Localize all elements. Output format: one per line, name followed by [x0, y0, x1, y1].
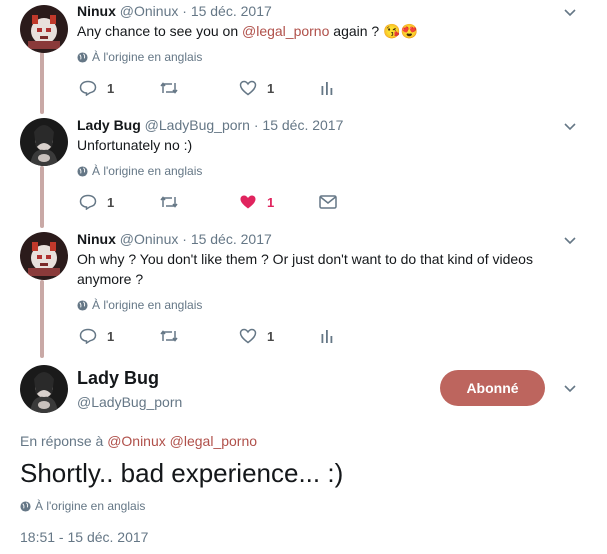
reply-count: 1	[107, 194, 115, 210]
translate-label: À l'origine en anglais	[35, 499, 146, 513]
tweet-date[interactable]: 15 déc. 2017	[191, 231, 272, 247]
avatar-ninux[interactable]	[20, 232, 68, 280]
avatar-ladybug[interactable]	[20, 365, 68, 413]
author-name[interactable]: Ninux	[77, 3, 116, 19]
like-button[interactable]: 1	[239, 78, 274, 98]
avatar-ladybug[interactable]	[20, 118, 68, 166]
author-name[interactable]: Lady Bug	[77, 117, 141, 133]
like-count: 1	[267, 328, 275, 344]
emoji: 😘😍	[383, 23, 418, 39]
reply-prefix: En réponse à	[20, 433, 104, 449]
retweet-icon	[160, 196, 178, 208]
reply-tweet[interactable]: Ninux @Oninux · 15 déc. 2017 Oh why ? Yo…	[0, 228, 607, 354]
tweet-text: Oh why ? You don't like them ? Or just d…	[77, 249, 577, 289]
tweet-text-line: Oh why ? You don't like them ? Or just d…	[77, 251, 533, 267]
author-name[interactable]: Lady Bug	[77, 368, 159, 389]
mention-link[interactable]: @legal_porno	[242, 23, 329, 39]
translate-label: À l'origine en anglais	[92, 50, 203, 64]
analytics-icon	[321, 82, 333, 95]
tweet-actions: 1 1	[77, 78, 347, 98]
author-handle[interactable]: @LadyBug_porn	[145, 117, 250, 133]
heart-icon	[239, 328, 257, 344]
reply-context: En réponse à @Oninux @legal_porno	[20, 433, 257, 449]
author-name[interactable]: Ninux	[77, 231, 116, 247]
tweet-text: Unfortunately no :)	[77, 137, 193, 153]
chevron-down-icon[interactable]	[563, 382, 577, 396]
chevron-down-icon[interactable]	[563, 234, 577, 248]
tweet-text-part: Any chance to see you on	[77, 23, 242, 39]
tweet-header: Ninux @Oninux · 15 déc. 2017	[77, 3, 272, 19]
message-icon	[319, 195, 337, 209]
mention-link[interactable]: @Oninux	[107, 433, 166, 449]
globe-icon	[77, 300, 88, 311]
translate-note[interactable]: À l'origine en anglais	[77, 298, 202, 312]
tweet-text: Any chance to see you on @legal_porno ag…	[77, 21, 577, 41]
translate-label: À l'origine en anglais	[92, 164, 203, 178]
globe-icon	[77, 52, 88, 63]
chevron-down-icon[interactable]	[563, 6, 577, 20]
retweet-button[interactable]	[159, 192, 179, 212]
tweet-text-part: again ?	[329, 23, 380, 39]
reply-icon	[79, 194, 97, 210]
tweet-text-line: anymore ?	[77, 271, 144, 287]
reply-icon	[79, 328, 97, 344]
globe-icon	[77, 166, 88, 177]
avatar-ninux[interactable]	[20, 5, 68, 53]
like-button[interactable]: 1	[239, 192, 274, 212]
reply-button[interactable]: 1	[79, 78, 114, 98]
reply-button[interactable]: 1	[79, 192, 114, 212]
translate-note[interactable]: À l'origine en anglais	[20, 499, 145, 513]
translate-label: À l'origine en anglais	[92, 298, 203, 312]
translate-note[interactable]: À l'origine en anglais	[77, 164, 202, 178]
reply-icon	[79, 80, 97, 96]
date-separator: ·	[182, 3, 187, 19]
translate-note[interactable]: À l'origine en anglais	[77, 50, 202, 64]
reply-tweet[interactable]: Lady Bug @LadyBug_porn · 15 déc. 2017 Un…	[0, 114, 607, 224]
tweet-timestamp[interactable]: 18:51 - 15 déc. 2017	[20, 529, 148, 545]
tweet-date[interactable]: 15 déc. 2017	[191, 3, 272, 19]
mention-link[interactable]: @legal_porno	[170, 433, 257, 449]
author-handle[interactable]: @LadyBug_porn	[77, 394, 182, 410]
analytics-button[interactable]	[320, 78, 334, 98]
retweet-icon	[160, 82, 178, 94]
reply-count: 1	[107, 80, 115, 96]
tweet-actions: 1 1	[77, 326, 347, 346]
date-separator: ·	[253, 117, 259, 133]
tweet-header: Ninux @Oninux · 15 déc. 2017	[77, 231, 272, 247]
globe-icon	[20, 501, 31, 512]
retweet-button[interactable]	[159, 326, 179, 346]
message-button[interactable]	[319, 192, 337, 212]
chevron-down-icon[interactable]	[563, 120, 577, 134]
analytics-button[interactable]	[320, 326, 334, 346]
like-button[interactable]: 1	[239, 326, 274, 346]
author-handle[interactable]: @Oninux	[120, 3, 179, 19]
reply-button[interactable]: 1	[79, 326, 114, 346]
reply-count: 1	[107, 328, 115, 344]
tweet-date[interactable]: 15 déc. 2017	[262, 117, 343, 133]
tweet-header: Lady Bug @LadyBug_porn · 15 déc. 2017	[77, 117, 343, 133]
retweet-icon	[160, 330, 178, 342]
like-count: 1	[267, 194, 275, 210]
author-handle[interactable]: @Oninux	[120, 231, 179, 247]
analytics-icon	[321, 330, 333, 343]
following-button[interactable]: Abonné	[440, 370, 545, 406]
main-tweet-text: Shortly.. bad experience... :)	[20, 458, 344, 488]
retweet-button[interactable]	[159, 78, 179, 98]
reply-tweet[interactable]: Ninux @Oninux · 15 déc. 2017 Any chance …	[0, 0, 607, 110]
heart-icon	[239, 80, 257, 96]
date-separator: ·	[182, 231, 187, 247]
tweet-actions: 1 1	[77, 192, 347, 212]
heart-filled-icon	[240, 195, 256, 209]
like-count: 1	[267, 80, 275, 96]
